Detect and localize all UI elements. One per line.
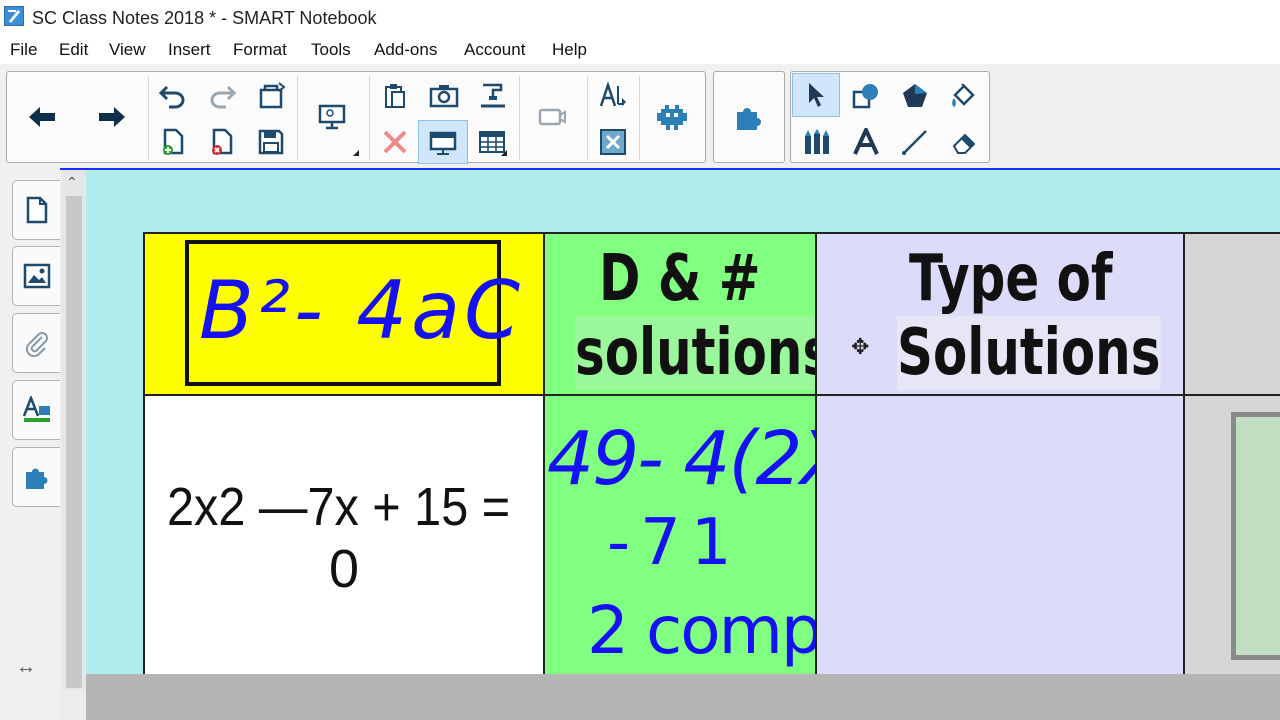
save-icon[interactable]: [250, 122, 292, 162]
header-d-number: D & #: [599, 242, 761, 316]
attachments-icon: [25, 332, 48, 357]
display-screen-icon[interactable]: [307, 92, 357, 142]
side-tabs: [0, 168, 60, 720]
header-solutions-type: Solutions: [897, 316, 1161, 390]
menu-format[interactable]: Format: [233, 40, 287, 60]
page-sorter-icon: [26, 196, 47, 224]
image-placeholder[interactable]: [1231, 412, 1280, 660]
menu-help[interactable]: Help: [552, 40, 587, 60]
title-bar: SC Class Notes 2018 * - SMART Notebook: [0, 0, 1280, 36]
smart-notebook-app-icon: [4, 6, 24, 26]
delete-icon[interactable]: [372, 122, 418, 162]
properties-tab[interactable]: [12, 380, 60, 440]
pens-icon[interactable]: [794, 122, 840, 162]
menu-tools[interactable]: Tools: [311, 40, 351, 60]
polygon-icon[interactable]: [892, 76, 938, 116]
scroll-up-icon[interactable]: ⌃: [66, 174, 78, 191]
handwritten-work-line-2: -71: [607, 506, 742, 580]
page-sorter-tab[interactable]: [12, 180, 60, 240]
menu-file[interactable]: File: [10, 40, 37, 60]
clear-icon[interactable]: [590, 122, 636, 162]
clipboard-icon[interactable]: [372, 76, 418, 116]
toolbar-main-group: [6, 71, 706, 164]
attachments-tab[interactable]: [12, 313, 60, 373]
menu-bar: File Edit View Insert Format Tools Add-o…: [0, 36, 1280, 64]
toolbar: [0, 64, 1280, 168]
menu-edit[interactable]: Edit: [59, 40, 88, 60]
screen-shade-icon[interactable]: [470, 76, 516, 116]
resize-panel-icon[interactable]: ↔: [16, 656, 36, 679]
new-page-icon[interactable]: [152, 122, 194, 162]
record-icon[interactable]: [527, 92, 577, 142]
eraser-icon[interactable]: [941, 122, 987, 162]
menu-view[interactable]: View: [109, 40, 146, 60]
select-icon[interactable]: [792, 73, 840, 117]
scrollbar-thumb[interactable]: [66, 196, 82, 688]
addons-icon: [25, 468, 47, 489]
equation-cell[interactable]: 2x2 —7x + 15 = 0: [143, 394, 545, 674]
gallery-icon: [23, 263, 50, 289]
camera-icon[interactable]: [421, 76, 467, 116]
table-icon[interactable]: [470, 122, 516, 162]
page-below-area: [86, 674, 1280, 720]
forward-arrow-icon[interactable]: [87, 92, 137, 142]
move-cursor-icon: ✥: [851, 334, 870, 359]
equation-line-2: 0: [329, 539, 360, 599]
menu-account[interactable]: Account: [464, 40, 525, 60]
paste-icon[interactable]: [250, 76, 292, 116]
header-solutions: solutions: [575, 316, 833, 390]
addons-tab[interactable]: [12, 447, 60, 507]
gallery-tab[interactable]: [12, 246, 60, 306]
header-cell-extra[interactable]: [1183, 232, 1280, 396]
menu-insert[interactable]: Insert: [168, 40, 211, 60]
header-cell-solutions-count[interactable]: D & # solutions: [543, 232, 833, 396]
notebook-page-canvas[interactable]: B²- 4aC D & # solutions Type of Solution…: [86, 170, 1280, 674]
redo-icon[interactable]: [201, 76, 243, 116]
header-type-of: Type of: [909, 242, 1113, 316]
equation-line-1: 2x2 —7x + 15 =: [167, 477, 511, 537]
undo-icon[interactable]: [152, 76, 194, 116]
header-cell-solution-type[interactable]: Type of Solutions ✥: [815, 232, 1185, 396]
toolbar-addons-group: [713, 71, 785, 163]
menu-addons[interactable]: Add-ons: [374, 40, 437, 60]
text-icon[interactable]: [843, 122, 889, 162]
extra-cell[interactable]: [1183, 394, 1280, 674]
fill-icon[interactable]: [941, 76, 987, 116]
back-arrow-icon[interactable]: [17, 92, 67, 142]
shapes-icon[interactable]: [843, 76, 889, 116]
spell-icon[interactable]: [590, 76, 636, 116]
delete-page-icon[interactable]: [201, 122, 243, 162]
properties-icon: [22, 396, 50, 422]
work-cell[interactable]: 49- 4(2X15) -71 2 complex: [543, 394, 968, 674]
window-title: SC Class Notes 2018 * - SMART Notebook: [32, 8, 377, 28]
handwritten-discriminant: B²- 4aC: [199, 264, 525, 357]
solution-type-cell[interactable]: [815, 394, 1185, 674]
line-icon[interactable]: [892, 122, 938, 162]
addons-icon[interactable]: [724, 92, 774, 142]
full-screen-icon[interactable]: [418, 120, 468, 164]
header-cell-discriminant[interactable]: B²- 4aC: [143, 232, 545, 396]
response-icon[interactable]: [647, 92, 697, 142]
toolbar-tools-group: [790, 71, 990, 163]
